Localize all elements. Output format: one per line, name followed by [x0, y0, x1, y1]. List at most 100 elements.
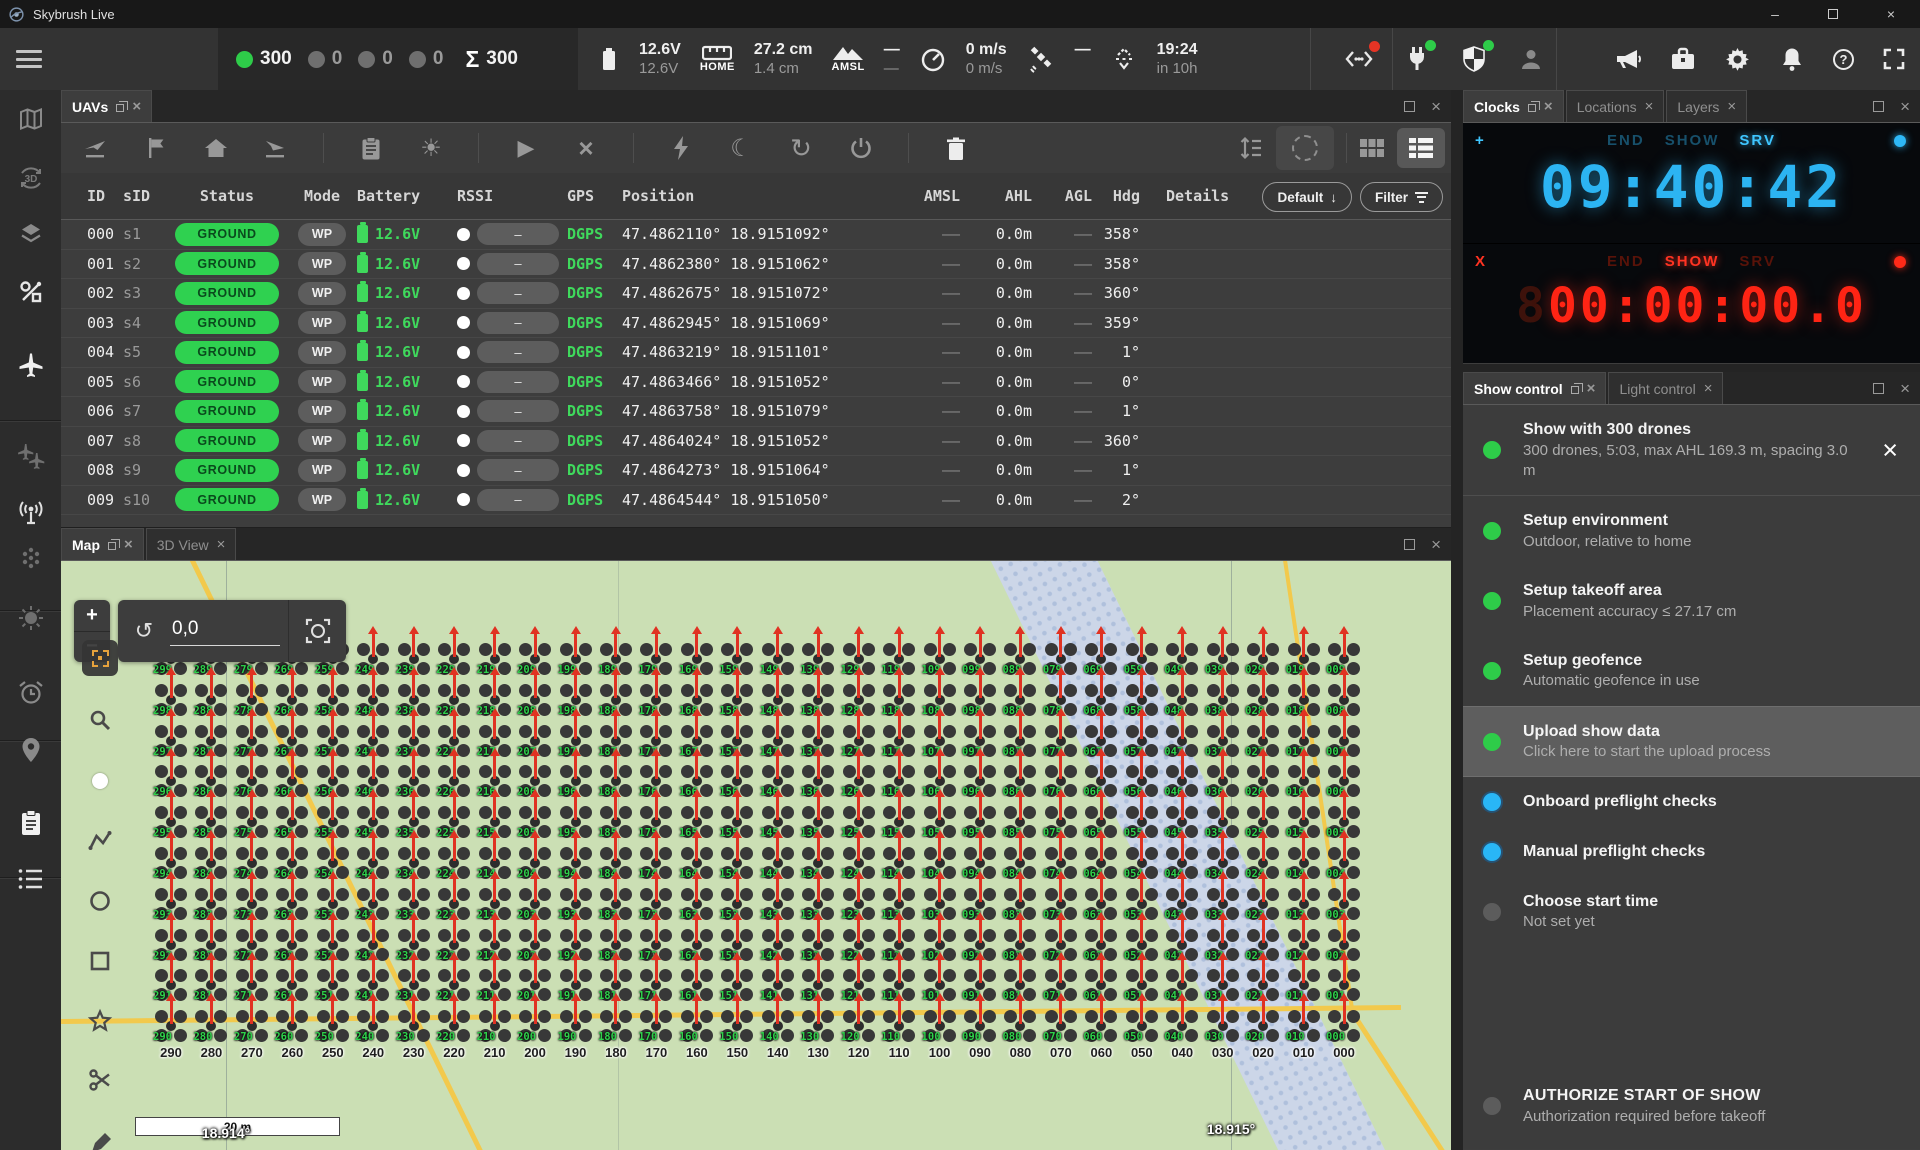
filter-button[interactable]: Filter: [1360, 182, 1443, 212]
start-show-button[interactable]: ▶: [513, 135, 539, 161]
list-view-button[interactable]: [1397, 128, 1445, 168]
table-row[interactable]: 006s7GROUNDWP12.6V–DGPS47.4863758° 18.91…: [61, 397, 1451, 427]
sleep-mode-button[interactable]: ☾: [728, 134, 754, 163]
popout-icon[interactable]: [108, 542, 116, 550]
close-tab-icon[interactable]: ×: [124, 537, 133, 552]
map-viewport[interactable]: 2992982972962952942932922912902902892882…: [61, 561, 1451, 1150]
sidebar-item-swarm-dots[interactable]: [0, 532, 61, 584]
server-connection-button[interactable]: [1404, 45, 1430, 73]
table-row[interactable]: 005s6GROUNDWP12.6V–DGPS47.4863466° 18.91…: [61, 368, 1451, 398]
maximize-button[interactable]: [1804, 0, 1862, 28]
popout-icon[interactable]: [116, 104, 124, 112]
show-clock[interactable]: X END SHOW SRV 800:00:00.0: [1463, 243, 1920, 363]
table-row[interactable]: 002s3GROUNDWP12.6V–DGPS47.4862675° 18.91…: [61, 279, 1451, 309]
notifications-bell-button[interactable]: [1779, 46, 1805, 73]
position-hold-flag-button[interactable]: [143, 136, 169, 160]
circle-tool[interactable]: [82, 883, 118, 919]
menu-button[interactable]: [16, 47, 42, 71]
close-tab-icon[interactable]: ×: [1587, 381, 1596, 396]
grid-view-button[interactable]: [1359, 138, 1385, 158]
panel-maximize-icon[interactable]: [1404, 539, 1415, 550]
table-row[interactable]: 004s5GROUNDWP12.6V–DGPS47.4863219° 18.91…: [61, 338, 1451, 368]
close-tab-icon[interactable]: ×: [217, 537, 226, 552]
show-step[interactable]: Upload show dataClick here to start the …: [1463, 706, 1920, 778]
rotation-input[interactable]: 0,0: [170, 616, 280, 646]
table-row[interactable]: 008s9GROUNDWP12.6V–DGPS47.4864273° 18.91…: [61, 456, 1451, 486]
sidebar-item-uavs[interactable]: [0, 339, 61, 391]
table-row[interactable]: 000s1GROUNDWP12.6V–DGPS47.4862110° 18.91…: [61, 220, 1451, 250]
minimize-button[interactable]: –: [1746, 0, 1804, 28]
flash-lights-button[interactable]: ☀: [418, 134, 444, 163]
help-button[interactable]: ?: [1833, 49, 1854, 70]
panel-maximize-icon[interactable]: [1404, 101, 1415, 112]
show-step[interactable]: Manual preflight checks: [1463, 827, 1920, 877]
sidebar-item-layers[interactable]: [0, 207, 61, 259]
broadcast-megaphone-button[interactable]: [1614, 46, 1642, 72]
rtk-code-button[interactable]: [1344, 46, 1374, 72]
sidebar-item-map[interactable]: [0, 93, 61, 145]
server-clock[interactable]: + END SHOW SRV 09:40:42: [1463, 123, 1920, 243]
box-select-tool[interactable]: [82, 640, 118, 676]
abort-button[interactable]: ×: [573, 133, 599, 164]
panel-close-icon[interactable]: ×: [1431, 536, 1441, 553]
sidebar-item-uav-swarm[interactable]: [0, 429, 61, 481]
star-tool[interactable]: [82, 1003, 118, 1039]
tab-show-control[interactable]: Show control ×: [1463, 372, 1606, 404]
sort-preset-button[interactable]: Default ↓: [1262, 182, 1352, 212]
arm-motors-button[interactable]: [668, 135, 694, 161]
close-tab-icon[interactable]: ×: [1645, 99, 1654, 114]
show-step[interactable]: Show with 300 drones300 drones, 5:03, ma…: [1463, 405, 1920, 496]
land-button[interactable]: [263, 136, 289, 160]
sidebar-item-show-configuration[interactable]: [0, 266, 61, 318]
sidebar-item-log[interactable]: [0, 853, 61, 905]
show-step[interactable]: Setup geofenceAutomatic geofence in use: [1463, 636, 1920, 706]
close-window-button[interactable]: ×: [1862, 0, 1920, 28]
show-step[interactable]: Choose start timeNot set yet: [1463, 877, 1920, 947]
tab-locations[interactable]: Locations ×: [1566, 90, 1665, 122]
power-off-button[interactable]: [848, 136, 874, 160]
tab-clocks[interactable]: Clocks ×: [1463, 90, 1564, 122]
sidebar-item-light-control[interactable]: [0, 592, 61, 644]
zoom-in-button[interactable]: +: [74, 600, 110, 632]
close-tab-icon[interactable]: ×: [1727, 99, 1736, 114]
fit-view-button[interactable]: [289, 618, 346, 644]
show-step[interactable]: Setup environmentOutdoor, relative to ho…: [1463, 496, 1920, 566]
panel-maximize-icon[interactable]: [1873, 383, 1884, 394]
tab-layers[interactable]: Layers ×: [1666, 90, 1747, 122]
panel-close-icon[interactable]: ×: [1900, 98, 1910, 115]
sort-order-icon[interactable]: [1238, 135, 1264, 161]
cut-tool[interactable]: [82, 1062, 118, 1098]
preflight-checklist-button[interactable]: [358, 136, 384, 161]
rotate-ccw-icon[interactable]: ↺: [118, 618, 170, 644]
sidebar-item-checklists[interactable]: [0, 797, 61, 849]
panel-close-icon[interactable]: ×: [1900, 380, 1910, 397]
tab-map[interactable]: Map ×: [61, 528, 144, 560]
zoom-tool[interactable]: [82, 702, 118, 738]
tab-3d-view[interactable]: 3D View ×: [146, 528, 237, 560]
fullscreen-button[interactable]: [1882, 47, 1906, 71]
popout-icon[interactable]: [1571, 386, 1579, 394]
tab-light-control[interactable]: Light control ×: [1608, 372, 1723, 404]
close-icon[interactable]: ×: [1882, 437, 1906, 464]
edit-feature-tool[interactable]: [82, 1122, 118, 1150]
table-row[interactable]: 001s2GROUNDWP12.6V–DGPS47.4862380° 18.91…: [61, 250, 1451, 280]
sidebar-item-locations[interactable]: [0, 724, 61, 776]
table-row[interactable]: 007s8GROUNDWP12.6V–DGPS47.4864024° 18.91…: [61, 427, 1451, 457]
reboot-button[interactable]: ↻: [788, 133, 814, 164]
point-tool[interactable]: [82, 763, 118, 799]
show-step[interactable]: Onboard preflight checks: [1463, 777, 1920, 827]
tab-uavs[interactable]: UAVs ×: [61, 90, 152, 122]
close-tab-icon[interactable]: ×: [1544, 99, 1553, 114]
takeoff-button[interactable]: [83, 136, 109, 160]
panel-close-icon[interactable]: ×: [1431, 98, 1441, 115]
user-account-button[interactable]: [1518, 46, 1544, 72]
table-row[interactable]: 003s4GROUNDWP12.6V–DGPS47.4862945° 18.91…: [61, 309, 1451, 339]
return-home-button[interactable]: [203, 136, 229, 160]
path-tool[interactable]: [82, 823, 118, 859]
sidebar-item-3d-view[interactable]: 3D: [0, 152, 61, 204]
close-tab-icon[interactable]: ×: [132, 99, 141, 114]
popout-icon[interactable]: [1528, 104, 1536, 112]
panel-maximize-icon[interactable]: [1873, 101, 1884, 112]
safety-shield-button[interactable]: [1460, 45, 1488, 73]
authorize-start-row[interactable]: AUTHORIZE START OF SHOW Authorization re…: [1463, 1075, 1920, 1137]
